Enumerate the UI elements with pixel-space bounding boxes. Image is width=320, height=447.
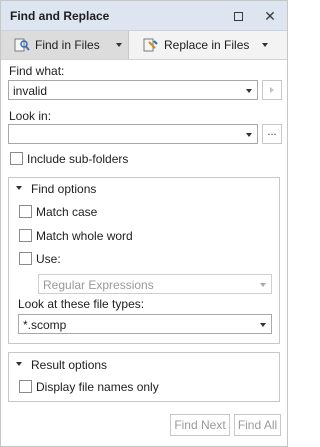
- chevron-down-icon: [262, 43, 268, 47]
- find-options-group: Find options Match case Match whole word…: [8, 177, 280, 344]
- find-in-files-icon: [14, 38, 30, 52]
- tab-replace-in-files[interactable]: Replace in Files: [130, 31, 278, 59]
- file-types-value: *.scomp: [23, 318, 67, 332]
- include-subfolders-label: Include sub-folders: [27, 152, 129, 166]
- file-types-combo[interactable]: *.scomp: [18, 314, 272, 334]
- match-case-label: Match case: [36, 205, 98, 219]
- find-what-combo[interactable]: invalid: [8, 80, 258, 100]
- find-all-button[interactable]: Find All: [234, 414, 281, 436]
- mode-tabs: Find in Files Replace in Files: [1, 31, 287, 60]
- display-file-names-only-checkbox[interactable]: [19, 380, 32, 393]
- use-mode-combo[interactable]: Regular Expressions: [38, 274, 272, 294]
- browse-button[interactable]: ...: [262, 124, 282, 144]
- look-in-label: Look in:: [9, 109, 52, 123]
- find-next-label: Find Next: [174, 418, 226, 432]
- chevron-down-icon: [260, 323, 266, 327]
- tab-find-in-files-label: Find in Files: [35, 38, 100, 52]
- use-checkbox[interactable]: [19, 252, 32, 265]
- browse-dots: ...: [267, 126, 277, 138]
- look-in-combo[interactable]: [8, 124, 258, 144]
- match-whole-word-label: Match whole word: [36, 229, 133, 243]
- chevron-down-icon: [116, 43, 122, 47]
- close-icon: ✕: [264, 8, 276, 24]
- find-next-button[interactable]: Find Next: [170, 414, 230, 436]
- match-whole-word-checkbox[interactable]: [19, 229, 32, 242]
- search-options-arrow-button[interactable]: [262, 80, 282, 100]
- display-file-names-only-label: Display file names only: [36, 380, 159, 394]
- find-and-replace-window: Find and Replace ✕ Find in Files Replace: [0, 0, 288, 447]
- chevron-down-icon: [246, 133, 252, 137]
- restore-button[interactable]: [229, 7, 247, 25]
- include-subfolders-checkbox[interactable]: [10, 152, 23, 165]
- chevron-down-icon: [260, 283, 266, 287]
- result-options-header: Result options: [31, 358, 108, 372]
- restore-icon: [233, 11, 243, 21]
- close-button[interactable]: ✕: [261, 7, 279, 25]
- title-bar: Find and Replace ✕: [1, 1, 287, 31]
- chevron-down-icon: [246, 89, 252, 93]
- arrow-right-icon: [270, 87, 274, 93]
- file-types-label: Look at these file types:: [18, 297, 145, 311]
- find-all-label: Find All: [237, 418, 278, 432]
- collapse-caret-icon[interactable]: [16, 186, 22, 190]
- match-case-checkbox[interactable]: [19, 205, 32, 218]
- find-what-value: invalid: [13, 84, 48, 98]
- window-title: Find and Replace: [10, 9, 110, 23]
- tab-replace-in-files-label: Replace in Files: [164, 38, 250, 52]
- collapse-caret-icon[interactable]: [16, 362, 22, 366]
- use-mode-value: Regular Expressions: [43, 278, 154, 292]
- find-what-label: Find what:: [9, 64, 65, 78]
- replace-in-files-icon: [143, 38, 158, 52]
- use-label: Use:: [36, 252, 61, 266]
- tab-find-in-files[interactable]: Find in Files: [1, 31, 129, 59]
- find-options-header: Find options: [31, 182, 97, 196]
- result-options-group: Result options Display file names only: [8, 352, 280, 402]
